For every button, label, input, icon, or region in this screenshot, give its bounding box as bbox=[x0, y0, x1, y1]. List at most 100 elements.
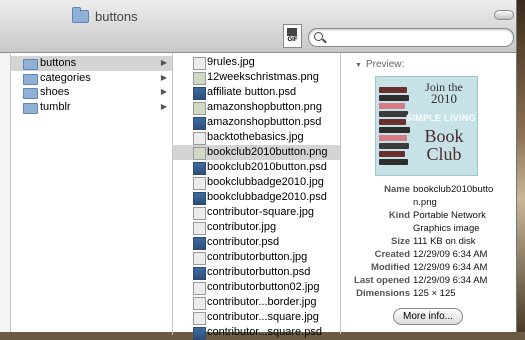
file-row[interactable]: amazonshopbutton.png bbox=[173, 100, 340, 115]
file-name: contributor...border.jpg bbox=[207, 296, 317, 308]
file-row[interactable]: bookclub2010button.psd bbox=[173, 160, 340, 175]
file-thumbnail-icon bbox=[193, 252, 206, 265]
metadata-row: n.png bbox=[341, 196, 516, 209]
metadata-key: Created bbox=[374, 249, 410, 260]
metadata-value: 111 KB on disk bbox=[413, 236, 476, 247]
folder-label: buttons bbox=[40, 57, 77, 69]
folder-icon bbox=[23, 102, 38, 114]
file-thumbnail-icon bbox=[193, 222, 206, 235]
metadata-row: Name bookclub2010butto bbox=[341, 183, 516, 196]
files-column[interactable]: 9rules.jpg 12weekschristmas.png affiliate … bbox=[173, 53, 341, 340]
preview-text-simple-living: SIMPLE LIVING bbox=[406, 113, 476, 123]
metadata-value: 12/29/09 6:34 AM bbox=[413, 249, 488, 260]
file-name: amazonshopbutton.png bbox=[207, 101, 322, 113]
file-thumbnail-icon bbox=[193, 312, 206, 325]
chevron-right-icon: ▶ bbox=[160, 87, 167, 96]
file-thumbnail-icon bbox=[193, 57, 206, 70]
metadata-value: 12/29/09 6:34 AM bbox=[413, 275, 488, 286]
folder-icon bbox=[72, 6, 89, 23]
file-name: contributorbutton.jpg bbox=[207, 251, 308, 263]
search-icon bbox=[314, 32, 323, 41]
file-thumbnail-icon bbox=[193, 237, 206, 250]
metadata-value: bookclub2010butto bbox=[413, 184, 494, 195]
metadata-key: Last opened bbox=[354, 275, 410, 286]
file-name: contributor.jpg bbox=[207, 221, 277, 233]
more-info-button[interactable]: More info... bbox=[393, 308, 463, 325]
file-row[interactable]: backtothebasics.jpg bbox=[173, 130, 340, 145]
metadata-key: Name bbox=[384, 184, 410, 195]
toolbar-toggle-button[interactable] bbox=[494, 10, 514, 20]
preview-text-book-club: Book Club bbox=[424, 126, 464, 164]
metadata-value: n.png bbox=[413, 197, 437, 208]
file-thumbnail-icon bbox=[193, 102, 206, 115]
metadata-value: Graphics image bbox=[413, 223, 480, 234]
file-row[interactable]: 12weekschristmas.png bbox=[173, 70, 340, 85]
metadata-row: Graphics image bbox=[341, 222, 516, 235]
file-name: affiliate button.psd bbox=[207, 86, 297, 98]
folder-row[interactable]: categories ▶ bbox=[11, 71, 172, 86]
search-field[interactable] bbox=[308, 28, 514, 47]
file-thumbnail-icon bbox=[193, 327, 206, 340]
metadata-key: Size bbox=[390, 236, 410, 247]
triangle-down-icon[interactable]: ▼ bbox=[355, 62, 362, 69]
metadata-key: Modified bbox=[370, 262, 410, 273]
file-name: contributorbutton.psd bbox=[207, 266, 311, 278]
file-name: 12weekschristmas.png bbox=[207, 71, 319, 83]
file-thumbnail-icon bbox=[193, 147, 206, 160]
folder-icon bbox=[23, 59, 38, 70]
chevron-right-icon: ▶ bbox=[160, 72, 167, 82]
metadata-key: Dimensions bbox=[356, 288, 410, 299]
file-row[interactable]: contributorbutton02.jpg bbox=[173, 280, 340, 295]
file-name: backtothebasics.jpg bbox=[207, 131, 304, 143]
chevron-right-icon: ▶ bbox=[160, 101, 167, 111]
file-row[interactable]: 9rules.jpg bbox=[173, 55, 340, 70]
metadata-value: Portable Network bbox=[413, 210, 486, 221]
metadata-row: Kind Portable Network bbox=[341, 209, 516, 222]
file-thumbnail-icon bbox=[193, 162, 206, 175]
file-row[interactable]: contributor-square.jpg bbox=[173, 205, 340, 220]
quicklook-file-icon[interactable]: GIF bbox=[283, 24, 302, 48]
file-row[interactable]: affiliate button.psd bbox=[173, 85, 340, 100]
column-browser: buttons ▶ categories ▶ shoes ▶ tumblr ▶ 9rules.… bbox=[0, 53, 516, 340]
file-row[interactable]: contributor...border.jpg bbox=[173, 295, 340, 310]
file-row[interactable]: bookclub2010button.png bbox=[173, 145, 340, 160]
folder-label: categories bbox=[40, 71, 91, 84]
file-row[interactable]: amazonshopbutton.psd bbox=[173, 115, 340, 130]
folders-column[interactable]: buttons ▶ categories ▶ shoes ▶ tumblr ▶ bbox=[11, 53, 173, 335]
folder-row[interactable]: shoes ▶ bbox=[11, 85, 172, 100]
folder-icon bbox=[23, 88, 38, 99]
preview-label: Preview: bbox=[365, 59, 405, 70]
preview-column: ▼ Preview: Join the 2010 SIMPLE LIVING B… bbox=[341, 53, 516, 332]
title-bar[interactable]: buttons GIF bbox=[0, 0, 516, 53]
file-row[interactable]: contributor.jpg bbox=[173, 220, 340, 235]
parent-column[interactable] bbox=[0, 53, 11, 332]
file-row[interactable]: contributor...square.jpg bbox=[173, 310, 340, 325]
folder-label: shoes bbox=[40, 86, 70, 98]
folder-row[interactable]: buttons ▶ bbox=[11, 56, 172, 71]
file-row[interactable]: contributor...square.psd bbox=[173, 325, 340, 340]
file-name: 9rules.jpg bbox=[207, 56, 255, 68]
folder-row[interactable]: tumblr ▶ bbox=[11, 100, 172, 115]
file-thumbnail-icon bbox=[193, 132, 206, 145]
file-thumbnail-icon bbox=[193, 207, 206, 220]
file-row[interactable]: contributorbutton.psd bbox=[173, 265, 340, 280]
file-name: bookclub2010button.png bbox=[207, 146, 328, 158]
chevron-right-icon: ▶ bbox=[160, 58, 167, 67]
file-name: bookclubbadge2010.psd bbox=[207, 191, 327, 203]
file-row[interactable]: contributorbutton.jpg bbox=[173, 250, 340, 265]
file-thumbnail-icon bbox=[193, 117, 206, 130]
file-row[interactable]: bookclubbadge2010.jpg bbox=[173, 175, 340, 190]
file-row[interactable]: bookclubbadge2010.psd bbox=[173, 190, 340, 205]
metadata-row: Last opened 12/29/09 6:34 AM bbox=[341, 274, 516, 287]
file-thumbnail-icon bbox=[193, 87, 206, 100]
file-name: contributor.psd bbox=[207, 236, 280, 248]
books-illustration bbox=[379, 87, 411, 171]
file-thumbnail-icon bbox=[193, 282, 206, 295]
file-name: bookclub2010button.psd bbox=[207, 161, 327, 173]
metadata-row: Dimensions 125 × 125 bbox=[341, 287, 516, 300]
file-name: contributor-square.jpg bbox=[207, 206, 315, 218]
metadata-row: Size 111 KB on disk bbox=[341, 235, 516, 248]
metadata-row: Created 12/29/09 6:34 AM bbox=[341, 248, 516, 261]
file-row[interactable]: contributor.psd bbox=[173, 235, 340, 250]
preview-header[interactable]: ▼ Preview: bbox=[355, 59, 404, 70]
